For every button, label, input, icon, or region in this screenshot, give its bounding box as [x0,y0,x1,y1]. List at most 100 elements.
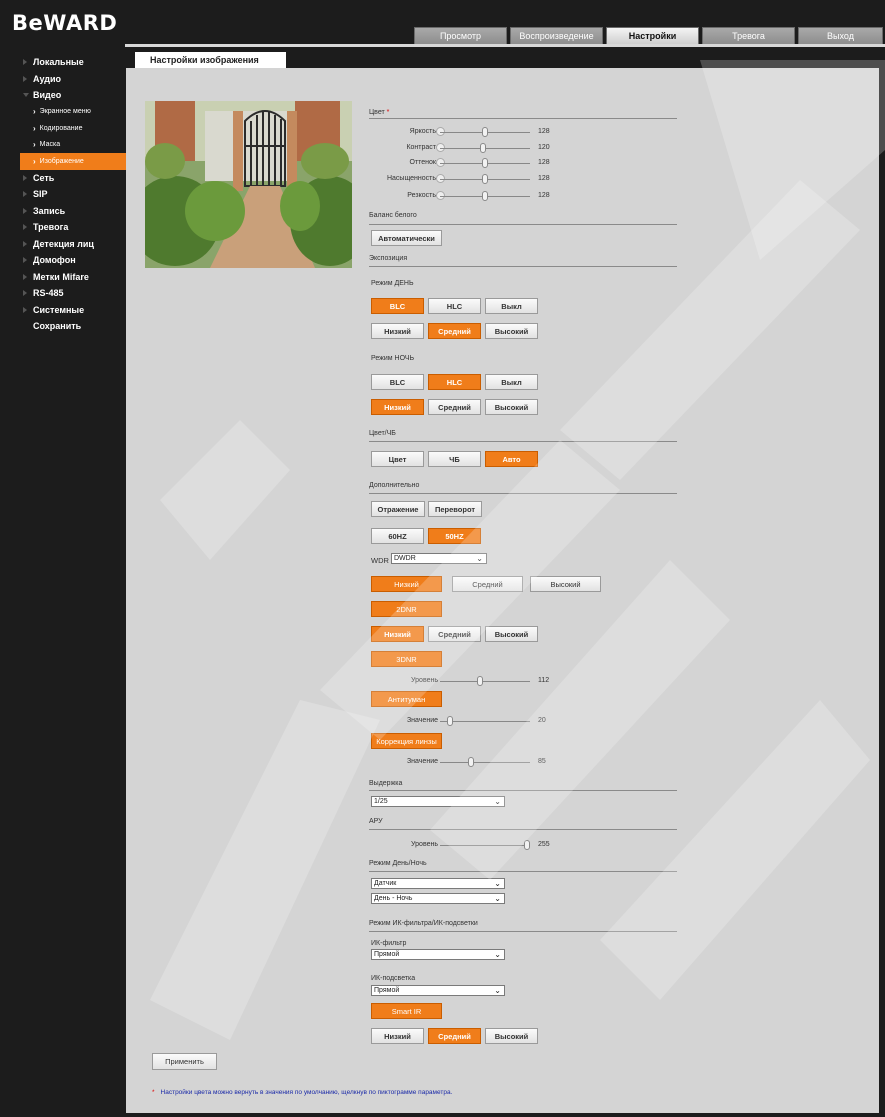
3dnr-level-thumb[interactable] [476,676,483,686]
bw-mode-button[interactable]: ЧБ [428,451,481,467]
50hz-button[interactable]: 50HZ [428,528,481,544]
brightness-thumb[interactable] [482,127,489,137]
day-low-button[interactable]: Низкий [371,323,424,339]
chevron-down-icon: ⌄ [494,797,501,806]
lens-value-label: Значение [406,758,438,765]
apply-button[interactable]: Применить [152,1053,217,1070]
contrast-thumb[interactable] [479,143,486,153]
60hz-button[interactable]: 60HZ [371,528,424,544]
ir-title: Режим ИК-фильтра/ИК-подсветки [369,920,478,927]
expand-arrow-icon [23,306,27,313]
day-off-button[interactable]: Выкл [485,298,538,314]
flip-button[interactable]: Переворот [428,501,482,517]
defog-value-slider: Значение 20 [360,715,560,727]
2dnr-high-button[interactable]: Высокий [485,626,538,642]
2dnr-low-button[interactable]: Низкий [371,626,424,642]
lens-correction-button[interactable]: Коррекция линзы [371,733,442,749]
night-blc-button[interactable]: BLC [371,374,424,390]
wdr-high-button[interactable]: Высокий [530,576,601,592]
day-hlc-button[interactable]: HLC [428,298,481,314]
defog-value-track[interactable] [440,721,530,722]
sidebar-item-face-detection[interactable]: Детекция лиц [20,236,128,253]
3dnr-button[interactable]: 3DNR [371,651,442,667]
mirror-button[interactable]: Отражение [371,501,425,517]
night-hlc-button[interactable]: HLC [428,374,481,390]
ir-filter-select[interactable]: Прямой ⌄ [371,949,505,960]
day-high-button[interactable]: Высокий [485,323,538,339]
exposure-title: Экспозиция [369,255,408,262]
sidebar-item-audio[interactable]: Аудио [20,71,128,88]
white-balance-auto-button[interactable]: Автоматически [371,230,442,246]
wdr-select[interactable]: DWDR ⌄ [391,553,487,564]
sidebar-item-save[interactable]: Сохранить [20,318,128,335]
expand-arrow-icon [23,257,27,263]
chevron-down-icon: ⌄ [494,950,501,959]
tab-alarm[interactable]: Тревога [702,27,795,44]
daynight-source-select[interactable]: Датчик ⌄ [371,878,505,889]
sidebar-item-video[interactable]: Видео [20,87,128,104]
color-mode-button[interactable]: Цвет [371,451,424,467]
sidebar-item-rs485[interactable]: RS-485 [20,285,128,302]
agc-level-thumb[interactable] [524,840,530,850]
sharpness-label: Резкость [407,192,436,199]
saturation-label: Насыщенность [386,175,436,182]
divider [369,266,677,267]
sidebar-item-osd[interactable]: › Экранное меню [20,104,128,121]
day-blc-button[interactable]: BLC [371,298,424,314]
sidebar-item-image[interactable]: › Изображение [20,153,128,170]
sidebar-item-encoding[interactable]: › Кодирование [20,120,128,137]
chevron-right-icon: › [33,140,36,150]
lens-value-track[interactable] [440,762,530,763]
ir-low-button[interactable]: Низкий [371,1028,424,1044]
expand-arrow-icon [23,59,27,65]
2dnr-medium-button[interactable]: Средний [428,626,481,642]
sidebar-item-alarm[interactable]: Тревога [20,219,128,236]
chevron-right-icon: › [33,123,36,133]
chevron-down-icon: ⌄ [494,879,501,888]
lens-value-thumb[interactable] [468,757,474,767]
2dnr-button[interactable]: 2DNR [371,601,442,617]
sidebar-item-sip[interactable]: SIP [20,186,128,203]
color-bw-title: Цвет/ЧБ [369,430,396,437]
sidebar-item-mask[interactable]: › Маска [20,137,128,154]
day-medium-button[interactable]: Средний [428,323,481,339]
ir-high-button[interactable]: Высокий [485,1028,538,1044]
smart-ir-button[interactable]: Smart IR [371,1003,442,1019]
sidebar-item-local[interactable]: Локальные [20,54,128,71]
night-off-button[interactable]: Выкл [485,374,538,390]
lens-value-slider: Значение 85 [360,756,560,768]
night-medium-button[interactable]: Средний [428,399,481,415]
sidebar-item-record[interactable]: Запись [20,203,128,220]
agc-level-track[interactable] [440,845,530,846]
auto-mode-button[interactable]: Авто [485,451,538,467]
chevron-down-icon: ⌄ [476,554,483,563]
top-tabs: Просмотр Воспроизведение Настройки Трево… [414,27,883,44]
sharpness-thumb[interactable] [482,191,489,201]
saturation-thumb[interactable] [482,174,489,184]
expand-arrow-icon [23,224,27,230]
wdr-medium-button[interactable]: Средний [452,576,523,592]
divider [369,493,677,494]
ir-light-select[interactable]: Прямой ⌄ [371,985,505,996]
defog-value-thumb[interactable] [446,716,453,726]
ir-medium-button[interactable]: Средний [428,1028,481,1044]
shutter-select[interactable]: 1/25 ⌄ [371,796,505,807]
tab-logout[interactable]: Выход [798,27,883,44]
night-high-button[interactable]: Высокий [485,399,538,415]
defog-button[interactable]: Антитуман [371,691,442,707]
sidebar-item-network[interactable]: Сеть [20,170,128,187]
sidebar-item-mifare[interactable]: Метки Mifare [20,269,128,286]
wdr-low-button[interactable]: Низкий [371,576,442,592]
tab-playback[interactable]: Воспроизведение [510,27,603,44]
night-low-button[interactable]: Низкий [371,399,424,415]
collapse-arrow-icon [23,93,29,97]
hue-thumb[interactable] [482,158,489,168]
sidebar-item-system[interactable]: Системные [20,302,128,319]
tab-settings[interactable]: Настройки [606,27,699,44]
3dnr-level-track[interactable] [440,681,530,682]
saturation-value: 128 [538,175,550,182]
footnote: * Настройки цвета можно вернуть в значени… [152,1089,453,1096]
tab-view[interactable]: Просмотр [414,27,507,44]
daynight-mode-select[interactable]: День - Ночь ⌄ [371,893,505,904]
sidebar-item-intercom[interactable]: Домофон [20,252,128,269]
